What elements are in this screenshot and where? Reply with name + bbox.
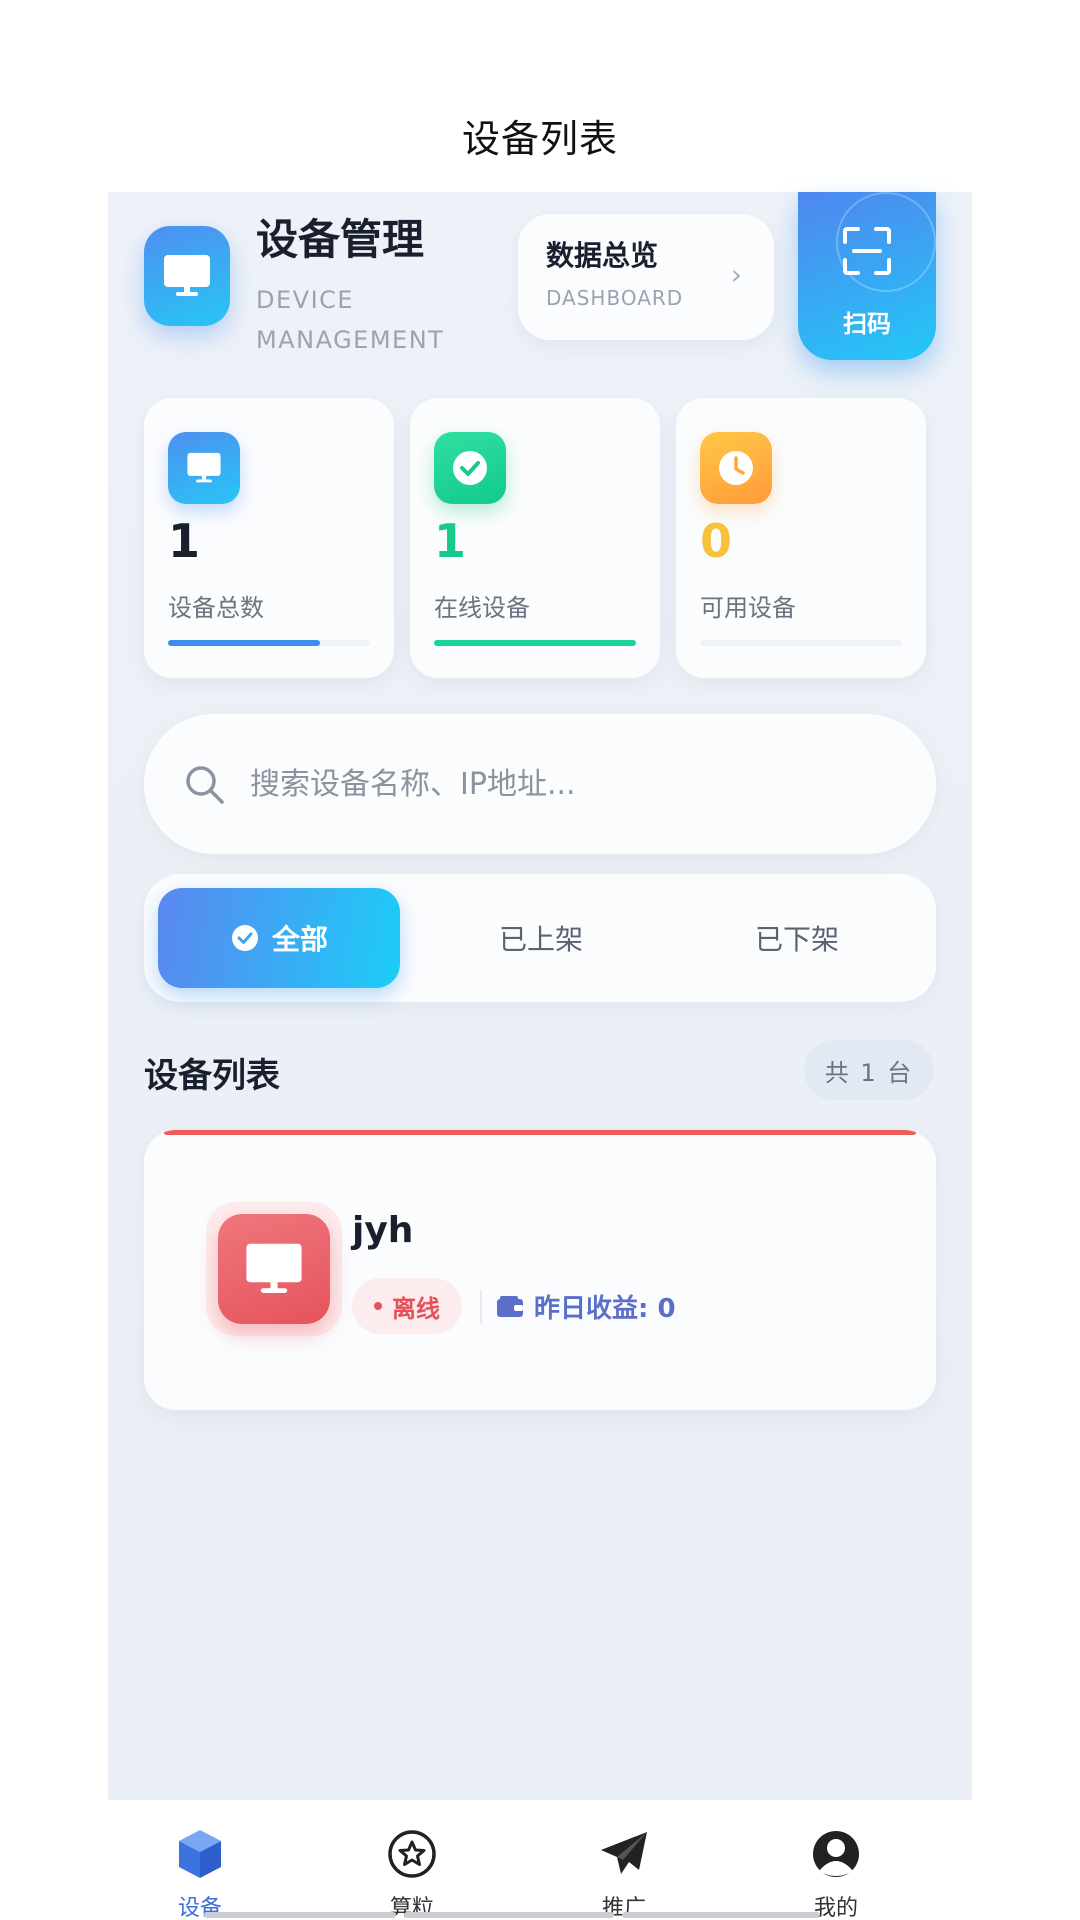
divider bbox=[480, 1290, 482, 1324]
list-title: 设备列表 bbox=[144, 1056, 280, 1096]
search-input[interactable] bbox=[250, 758, 890, 810]
stat-label: 在线设备 bbox=[434, 594, 530, 622]
device-management-screen: 设备管理 DEVICE MANAGEMENT 数据总览 DASHBOARD › … bbox=[108, 192, 972, 1800]
stat-card-online[interactable]: 1 在线设备 bbox=[410, 398, 660, 678]
earnings: 昨日收益: 0 bbox=[496, 1288, 676, 1325]
chevron-right-icon: › bbox=[730, 258, 742, 291]
stat-progress-fill bbox=[168, 640, 320, 646]
home-indicator bbox=[96, 1912, 880, 1918]
tab-label: 已上架 bbox=[498, 923, 583, 956]
scan-label: 扫码 bbox=[843, 310, 891, 338]
user-icon bbox=[776, 1826, 896, 1882]
nav-item-me[interactable]: 我的 bbox=[776, 1826, 896, 1920]
stat-value: 1 bbox=[168, 514, 201, 568]
nav-item-promote[interactable]: 推广 bbox=[564, 1826, 684, 1920]
clock-icon bbox=[700, 432, 772, 504]
monitor-icon bbox=[168, 432, 240, 504]
filter-tabs: 全部 已上架 已下架 bbox=[144, 874, 936, 1002]
stat-progress-track bbox=[434, 640, 636, 646]
check-circle-icon bbox=[230, 923, 260, 953]
stat-progress-track bbox=[700, 640, 902, 646]
nav-item-compute[interactable]: 算粒 bbox=[352, 1826, 472, 1920]
header-title: 设备管理 bbox=[256, 215, 425, 264]
paper-plane-icon bbox=[564, 1826, 684, 1882]
status-dot bbox=[374, 1302, 382, 1310]
monitor-icon bbox=[144, 226, 230, 326]
stat-value: 0 bbox=[700, 514, 733, 568]
stat-label: 可用设备 bbox=[700, 594, 796, 622]
stat-card-available[interactable]: 0 可用设备 bbox=[676, 398, 926, 678]
stat-progress-track bbox=[168, 640, 370, 646]
scan-icon bbox=[843, 227, 891, 275]
tab-unlisted[interactable]: 已下架 bbox=[676, 888, 918, 988]
monitor-icon bbox=[218, 1214, 330, 1324]
check-circle-icon bbox=[434, 432, 506, 504]
dashboard-subtitle: DASHBOARD bbox=[546, 286, 684, 310]
tab-label: 全部 bbox=[271, 923, 328, 956]
status-badge: 离线 bbox=[352, 1278, 462, 1334]
stat-label: 设备总数 bbox=[168, 594, 264, 622]
cube-icon bbox=[140, 1826, 260, 1882]
header-subtitle: DEVICE MANAGEMENT bbox=[256, 286, 445, 354]
stat-progress-fill bbox=[434, 640, 636, 646]
star-circle-icon bbox=[352, 1826, 472, 1882]
nav-item-devices[interactable]: 设备 bbox=[140, 1826, 260, 1920]
earnings-label: 昨日收益: 0 bbox=[534, 1294, 676, 1324]
page-title: 设备列表 bbox=[461, 117, 618, 161]
device-card[interactable]: jyh 离线 昨日收益: 0 bbox=[144, 1130, 936, 1410]
wallet-icon bbox=[497, 1295, 523, 1317]
bottom-nav: 设备 算粒 推广 我的 bbox=[108, 1800, 972, 1920]
stat-card-total[interactable]: 1 设备总数 bbox=[144, 398, 394, 678]
status-accent-bar bbox=[164, 1130, 916, 1135]
scan-button[interactable]: 扫码 bbox=[798, 192, 936, 360]
search-icon bbox=[186, 766, 224, 804]
tab-listed[interactable]: 已上架 bbox=[420, 888, 662, 988]
stat-value: 1 bbox=[434, 514, 467, 568]
search-bar[interactable] bbox=[144, 714, 936, 854]
tab-all[interactable]: 全部 bbox=[158, 888, 400, 988]
dashboard-button[interactable]: 数据总览 DASHBOARD › bbox=[518, 214, 774, 340]
dashboard-title: 数据总览 bbox=[546, 239, 659, 272]
status-label: 离线 bbox=[392, 1294, 440, 1323]
device-name: jyh bbox=[352, 1210, 414, 1251]
device-count-badge: 共 1 台 bbox=[804, 1040, 934, 1100]
tab-label: 已下架 bbox=[754, 923, 839, 956]
